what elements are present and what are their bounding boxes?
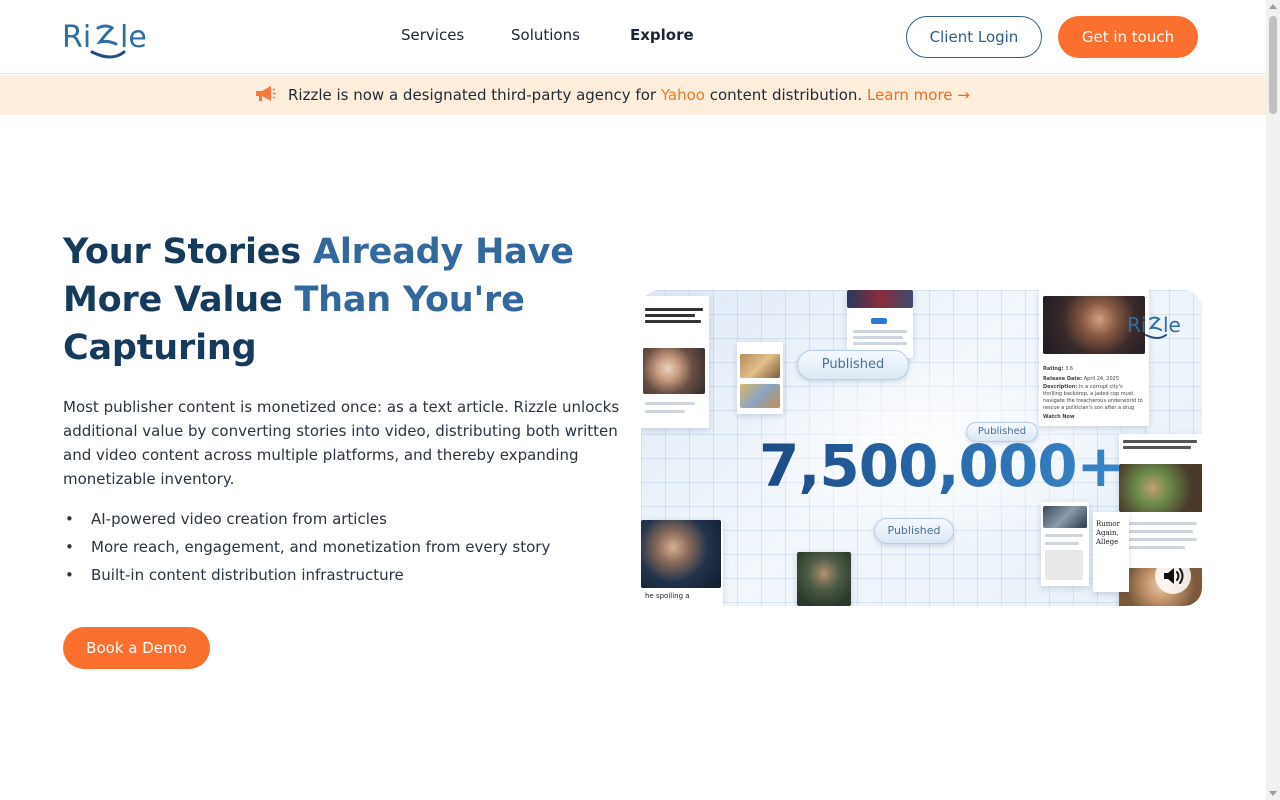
speaker-icon xyxy=(1164,568,1184,584)
list-item: Built-in content distribution infrastruc… xyxy=(63,563,623,591)
article-card xyxy=(847,290,913,358)
announcement-banner: Rizzle is now a designated third-party a… xyxy=(0,75,1266,115)
rating-value: 3.6 xyxy=(1065,366,1074,372)
title-part: Capturing xyxy=(63,328,257,368)
scroll-up-icon[interactable] xyxy=(1269,4,1277,9)
hero-video[interactable]: Rating: 3.6 Release Date: April 24, 2025… xyxy=(641,290,1202,606)
client-login-button[interactable]: Client Login xyxy=(906,16,1042,58)
book-demo-button[interactable]: Book a Demo xyxy=(63,627,210,669)
watch-now-label: Watch Now xyxy=(1043,414,1075,420)
article-card xyxy=(1041,502,1089,586)
title-part-accent: Already Have xyxy=(312,232,574,272)
banner-text-after: content distribution. xyxy=(704,86,867,104)
snippet-bottom: he spoiling a xyxy=(645,592,690,600)
nav-explore[interactable]: Explore xyxy=(630,26,694,44)
release-value: April 24, 2025 xyxy=(1083,376,1120,382)
svg-text:le: le xyxy=(1163,313,1181,337)
banner-text: Rizzle is now a designated third-party a… xyxy=(288,86,661,104)
feature-list: AI-powered video creation from articles … xyxy=(63,507,623,591)
desc-label: Description: xyxy=(1043,384,1078,390)
site-header: Ri le Services Solutions Explore Client … xyxy=(0,0,1266,74)
published-pill: Published xyxy=(874,518,954,544)
thumb-card xyxy=(737,342,783,414)
published-pill: Published xyxy=(797,350,909,380)
article-card xyxy=(641,296,709,428)
banner-yahoo: Yahoo xyxy=(660,86,705,104)
hero-description: Most publisher content is monetized once… xyxy=(63,398,620,488)
article-card: Rumor Again, Allege xyxy=(1093,512,1129,592)
title-part-accent: Than You're xyxy=(294,280,525,320)
rizzle-logo: Ri le xyxy=(1127,313,1181,339)
thumb-card xyxy=(797,552,851,606)
scroll-thumb[interactable] xyxy=(1269,16,1277,114)
megaphone-icon xyxy=(256,85,276,101)
rating-label: Rating: xyxy=(1043,366,1064,372)
nav-services[interactable]: Services xyxy=(401,26,464,44)
learn-more-link[interactable]: Learn more → xyxy=(867,86,970,104)
distribution-counter: 7,500,000+ xyxy=(759,432,1125,500)
title-part: Your Stories xyxy=(63,232,313,272)
get-in-touch-button[interactable]: Get in touch xyxy=(1058,16,1198,58)
snippet-title: Rumor Again, Allege xyxy=(1096,520,1120,546)
release-label: Release Date: xyxy=(1043,376,1083,382)
list-item: More reach, engagement, and monetization… xyxy=(63,535,623,563)
svg-text:Ri: Ri xyxy=(1127,313,1146,337)
list-item: AI-powered video creation from articles xyxy=(63,507,623,535)
video-card: he spoiling a xyxy=(641,520,723,606)
hero-title: Your Stories Already Have More Value Tha… xyxy=(63,228,623,372)
title-part: More Value xyxy=(63,280,295,320)
page-scrollbar[interactable] xyxy=(1266,0,1280,800)
scroll-down-icon[interactable] xyxy=(1269,791,1277,796)
sound-toggle[interactable] xyxy=(1155,558,1191,594)
nav-solutions[interactable]: Solutions xyxy=(511,26,580,44)
